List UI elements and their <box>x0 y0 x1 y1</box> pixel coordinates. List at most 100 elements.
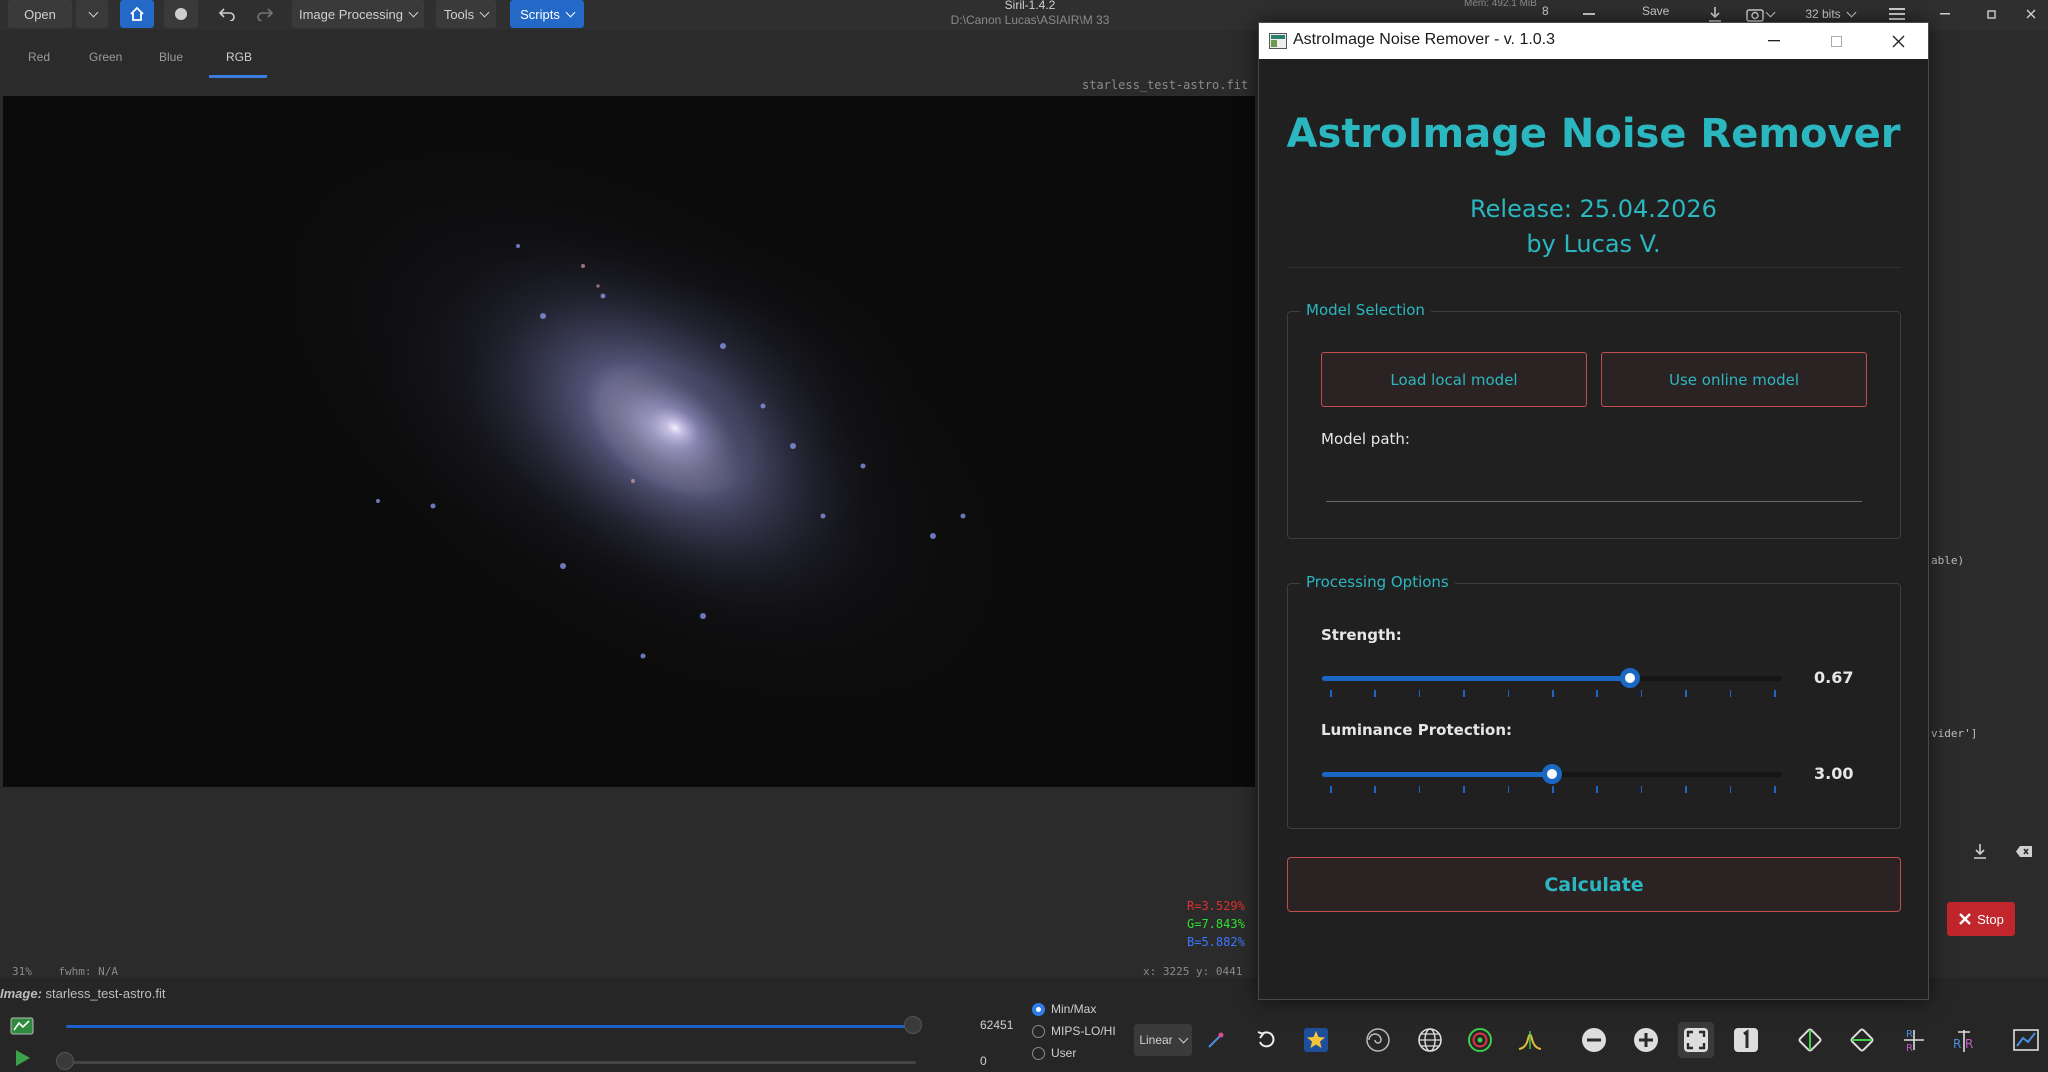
maximize-button[interactable] <box>1976 0 2006 28</box>
radio-user[interactable]: User <box>1032 1046 1076 1060</box>
record-icon <box>175 8 187 20</box>
mirror-y-button[interactable]: RR <box>1946 1022 1982 1058</box>
zoom-out-button[interactable] <box>1576 1022 1612 1058</box>
memory-usage: Mem: 492.1 MiB <box>1464 0 1537 9</box>
image-processing-menu[interactable]: Image Processing <box>292 0 424 28</box>
active-tab-indicator <box>209 75 267 78</box>
flip-horizontal-button[interactable] <box>1792 1022 1828 1058</box>
luminance-slider-handle[interactable] <box>1542 764 1562 784</box>
open-button[interactable]: Open <box>8 0 72 28</box>
min-level-slider-handle[interactable] <box>56 1052 74 1070</box>
tools-menu[interactable]: Tools <box>436 0 496 28</box>
app-title: Siril-1.4.2 <box>1004 0 1056 12</box>
strength-slider-handle[interactable] <box>1620 668 1640 688</box>
download-icon <box>1709 7 1721 22</box>
globe-icon <box>1418 1028 1442 1052</box>
chevron-down-icon <box>408 7 419 17</box>
chevron-down-icon <box>479 7 490 17</box>
luminance-slider-track[interactable] <box>1322 764 1782 784</box>
model-path-input[interactable] <box>1326 482 1862 502</box>
image-processing-label: Image Processing <box>298 6 404 22</box>
galaxy-tool-button[interactable] <box>1360 1022 1396 1058</box>
clear-log-button[interactable] <box>2009 837 2039 865</box>
model-selection-group: Model Selection Load local model Use onl… <box>1287 301 1901 539</box>
dialog-minimize-button[interactable] <box>1744 23 1804 59</box>
min-level-slider-track[interactable] <box>66 1061 916 1064</box>
tab-rgb[interactable]: RGB <box>226 50 252 64</box>
processing-options-group: Processing Options Strength: 0.67 Lumina… <box>1287 573 1901 829</box>
star-tools-button[interactable] <box>1298 1022 1334 1058</box>
slider-tick <box>1685 786 1687 793</box>
radio-user-label: User <box>1051 1046 1077 1060</box>
plate-solve-button[interactable] <box>1412 1022 1448 1058</box>
clear-icon <box>2016 845 2032 857</box>
dialog-heading: AstroImage Noise Remover <box>1286 111 1901 157</box>
target-button[interactable] <box>1462 1022 1498 1058</box>
save-log-button[interactable] <box>1965 837 1995 865</box>
header-divider <box>1287 267 1901 268</box>
model-selection-title: Model Selection <box>1300 301 1431 319</box>
console-text-line: vider'] <box>1931 727 1978 740</box>
processing-options-title: Processing Options <box>1300 573 1455 591</box>
chart-icon <box>2013 1029 2039 1051</box>
console-panel: able) vider'] <box>1929 80 2048 978</box>
slider-tick <box>1729 786 1732 793</box>
calculate-button[interactable]: Calculate <box>1287 857 1901 912</box>
scripts-menu[interactable]: Scripts <box>510 0 584 28</box>
load-local-model-button[interactable]: Load local model <box>1321 352 1587 407</box>
record-button[interactable] <box>164 0 198 28</box>
star-profile-button[interactable] <box>1512 1022 1548 1058</box>
zoom-level: 31% <box>12 965 32 978</box>
minimize-button[interactable] <box>1930 0 1960 28</box>
stretch-dropdown[interactable]: Linear <box>1134 1024 1192 1056</box>
slider-tick <box>1374 690 1376 697</box>
image-label: Image: starless_test-astro.fit <box>0 986 165 1001</box>
home-icon <box>130 6 144 21</box>
stop-label: Stop <box>1977 911 2004 927</box>
blue-value: B=5.882% <box>1187 935 1245 949</box>
home-button[interactable] <box>120 0 154 28</box>
flip-vertical-button[interactable] <box>1844 1022 1880 1058</box>
photometry-button[interactable] <box>2008 1022 2044 1058</box>
dialog-close-button[interactable] <box>1868 23 1928 59</box>
tab-blue[interactable]: Blue <box>159 50 183 64</box>
max-level-slider-handle[interactable] <box>904 1016 922 1034</box>
author-credit: by Lucas V. <box>1526 230 1661 258</box>
strength-slider-fill <box>1322 676 1630 681</box>
save-button[interactable]: Save <box>1642 4 1669 18</box>
image-canvas[interactable] <box>3 96 1255 787</box>
dialog-titlebar[interactable]: AstroImage Noise Remover - v. 1.0.3 <box>1259 23 1928 59</box>
minus-icon <box>1583 13 1595 15</box>
zoom-in-button[interactable] <box>1628 1022 1664 1058</box>
use-online-model-button[interactable]: Use online model <box>1601 352 1867 407</box>
strength-slider-track[interactable] <box>1322 668 1782 688</box>
tab-green[interactable]: Green <box>89 50 122 64</box>
x-icon <box>1959 913 1971 925</box>
slider-tick <box>1552 690 1554 697</box>
chevron-down-icon <box>88 7 99 17</box>
dialog-maximize-button[interactable] <box>1806 23 1866 59</box>
tab-red[interactable]: Red <box>28 50 50 64</box>
radio-mips-lo-hi[interactable]: MIPS-LO/HI <box>1032 1024 1116 1038</box>
one-to-one-icon <box>1734 1028 1758 1052</box>
thread-count: 8 <box>1542 4 1549 18</box>
mirror-x-button[interactable]: RR <box>1896 1022 1932 1058</box>
luminance-protection-label: Luminance Protection: <box>1321 721 1513 739</box>
color-saturation-button[interactable] <box>1198 1022 1234 1058</box>
stop-button[interactable]: Stop <box>1947 902 2015 936</box>
canvas-filename: starless_test-astro.fit <box>1082 78 1249 92</box>
close-button[interactable] <box>2016 0 2046 28</box>
radio-minmax[interactable]: Min/Max <box>1032 1002 1096 1016</box>
redo-button[interactable] <box>250 0 280 28</box>
rotate-button[interactable] <box>1248 1022 1284 1058</box>
scripts-label: Scripts <box>520 6 560 22</box>
max-level-slider-track[interactable] <box>66 1025 916 1028</box>
galaxy-image <box>258 126 1028 726</box>
zoom-fit-button[interactable] <box>1678 1022 1714 1058</box>
camera-icon <box>1746 8 1764 22</box>
undo-button[interactable] <box>212 0 242 28</box>
play-button[interactable] <box>4 1040 40 1072</box>
open-recent-dropdown-button[interactable] <box>76 0 108 28</box>
histogram-button[interactable] <box>4 1008 40 1044</box>
zoom-100-button[interactable] <box>1728 1022 1764 1058</box>
